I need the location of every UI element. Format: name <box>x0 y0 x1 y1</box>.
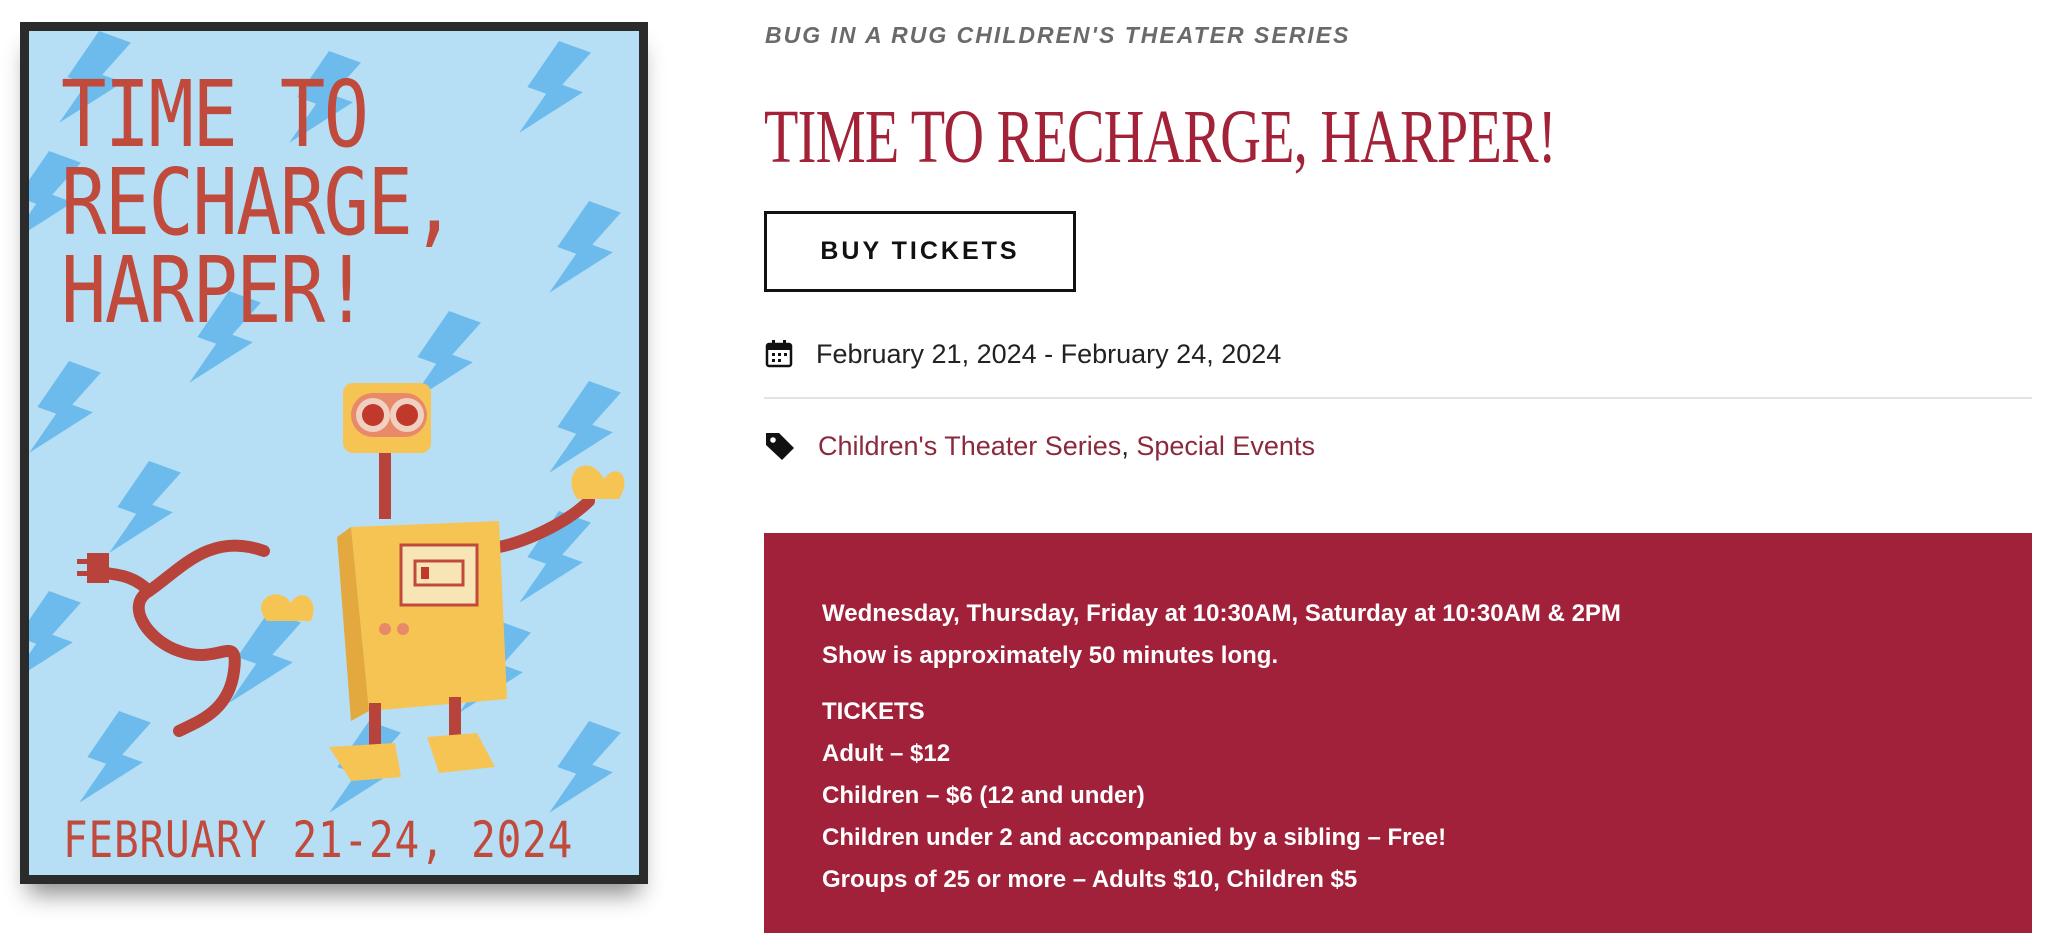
price-adult: Adult – $12 <box>822 740 951 767</box>
category-link-special-events[interactable]: Special Events <box>1136 431 1315 462</box>
event-poster: TIME TO RECHARGE, HARPER! FEBRUARY 21-24, … <box>20 22 648 884</box>
schedule-text: Wednesday, Thursday, Friday at 10:30AM, … <box>822 600 1621 627</box>
tag-icon <box>766 433 794 460</box>
event-title: TIME TO RECHARGE, HARPER! <box>764 95 1557 179</box>
price-under-2: Children under 2 and accompanied by a si… <box>822 824 1447 851</box>
event-info-box: Wednesday, Thursday, Friday at 10:30AM, … <box>764 533 2032 933</box>
tickets-heading: TICKETS <box>822 698 925 725</box>
poster-date: FEBRUARY 21-24, 2024 <box>63 811 574 869</box>
poster-artwork: TIME TO RECHARGE, HARPER! FEBRUARY 21-24, … <box>29 31 639 875</box>
poster-title-line: TIME TO <box>61 61 369 168</box>
event-categories: Children's Theater Series , Special Even… <box>764 424 1315 468</box>
poster-title: TIME TO RECHARGE, HARPER! <box>61 61 520 344</box>
calendar-icon <box>765 340 793 368</box>
poster-title-line: RECHARGE, <box>61 149 457 256</box>
price-children: Children – $6 (12 and under) <box>822 782 1145 809</box>
category-link-childrens-theater-series[interactable]: Children's Theater Series <box>818 431 1121 462</box>
buy-tickets-button[interactable]: BUY TICKETS <box>764 211 1076 292</box>
price-groups: Groups of 25 or more – Adults $10, Child… <box>822 866 1358 893</box>
event-date-row: February 21, 2024 - February 24, 2024 <box>764 332 1281 376</box>
duration-text: Show is approximately 50 minutes long. <box>822 642 1279 669</box>
series-label: BUG IN A RUG CHILDREN'S THEATER SERIES <box>765 22 1351 48</box>
divider <box>764 397 2032 399</box>
event-date-range: February 21, 2024 - February 24, 2024 <box>816 338 1282 369</box>
category-separator: , <box>1121 430 1129 461</box>
poster-title-line: HARPER! <box>61 237 369 344</box>
